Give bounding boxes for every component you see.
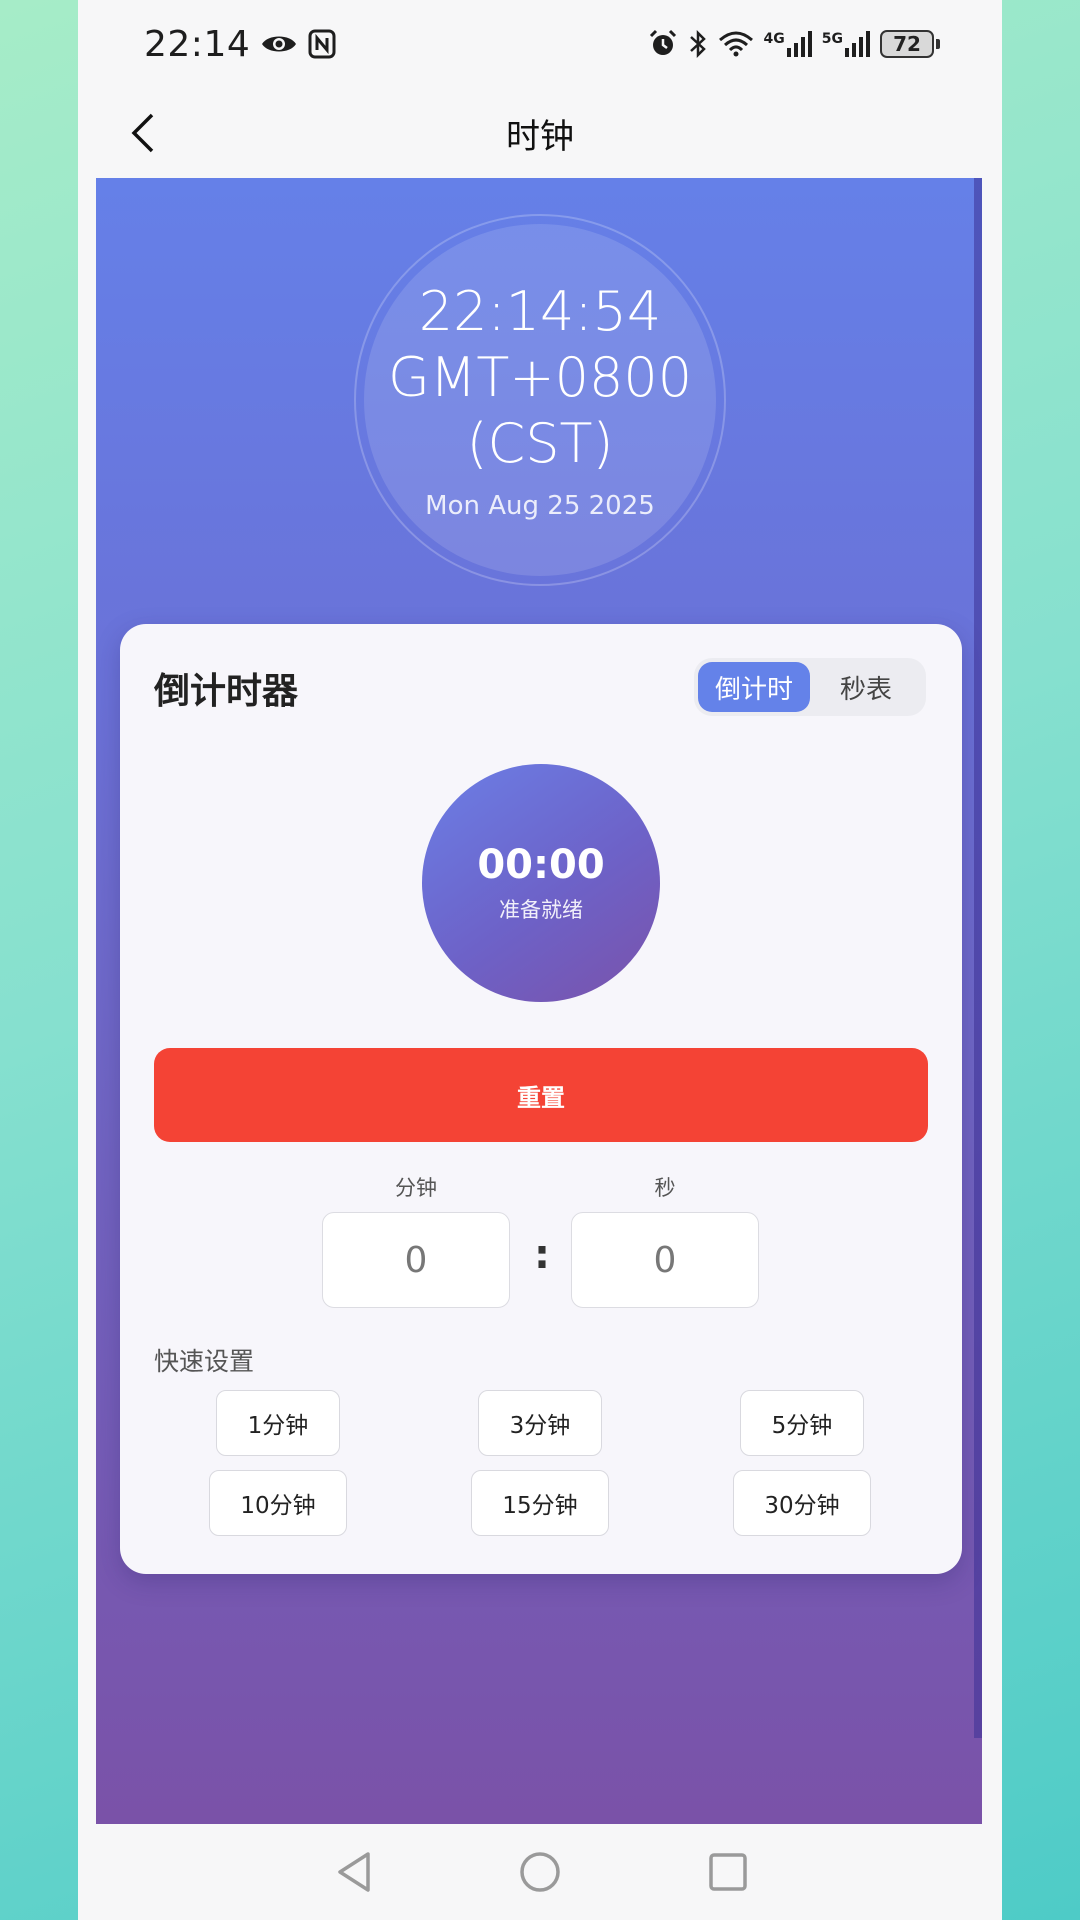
status-left: 22:14 xyxy=(144,24,336,65)
timer-card: 倒计时器 倒计时 秒表 00:00 准备就绪 重置 分钟 秒 : 快速设置 1分… xyxy=(120,624,962,1574)
square-recents-icon xyxy=(709,1853,747,1891)
clock-face: 22:14:54 GMT+0800 (CST) Mon Aug 25 2025 xyxy=(364,224,716,576)
bluetooth-icon xyxy=(688,29,708,59)
clock-display: 22:14:54 GMT+0800 (CST) Mon Aug 25 2025 xyxy=(354,214,726,586)
nav-back-button[interactable] xyxy=(328,1846,380,1898)
back-arrow-icon xyxy=(131,113,154,153)
quick-settings-label: 快速设置 xyxy=(154,1347,255,1376)
signal-5g-icon: 5G xyxy=(822,30,870,58)
timer-value: 00:00 xyxy=(477,842,605,888)
eye-icon xyxy=(260,31,298,57)
phone-screen: 22:14 4G 5G 72 时钟 22:14:54 GMT+0800 (CST… xyxy=(78,0,1002,1920)
battery-level: 72 xyxy=(880,30,934,58)
wifi-icon xyxy=(718,30,754,58)
preset-15-min-button[interactable]: 15分钟 xyxy=(471,1470,609,1536)
scrollbar[interactable] xyxy=(974,178,982,1738)
clock-time: 22:14:54 xyxy=(418,280,662,343)
clock-date: Mon Aug 25 2025 xyxy=(425,491,655,521)
seconds-label: 秒 xyxy=(654,1176,676,1200)
tab-countdown[interactable]: 倒计时 xyxy=(698,662,810,712)
seconds-input[interactable] xyxy=(571,1212,759,1308)
net-label-4g: 4G xyxy=(763,31,785,47)
preset-10-min-button[interactable]: 10分钟 xyxy=(209,1470,347,1536)
time-separator: : xyxy=(534,1232,550,1278)
preset-30-min-button[interactable]: 30分钟 xyxy=(733,1470,871,1536)
signal-4g-icon: 4G xyxy=(764,30,812,58)
preset-5-min-button[interactable]: 5分钟 xyxy=(740,1390,864,1456)
mode-toggle: 倒计时 秒表 xyxy=(694,658,926,716)
alarm-icon xyxy=(648,29,678,59)
minutes-label: 分钟 xyxy=(395,1176,437,1200)
reset-button[interactable]: 重置 xyxy=(154,1048,928,1142)
timer-status: 准备就绪 xyxy=(499,898,583,922)
net-label-5g: 5G xyxy=(821,31,843,47)
status-right: 4G 5G 72 xyxy=(648,29,940,59)
navigation-bar xyxy=(78,1824,1002,1920)
nfc-icon xyxy=(308,29,336,59)
minutes-input[interactable] xyxy=(322,1212,510,1308)
preset-3-min-button[interactable]: 3分钟 xyxy=(478,1390,602,1456)
content-area[interactable]: 22:14:54 GMT+0800 (CST) Mon Aug 25 2025 … xyxy=(96,178,982,1824)
nav-recents-button[interactable] xyxy=(702,1846,754,1898)
status-bar: 22:14 4G 5G 72 xyxy=(78,0,1002,88)
card-title: 倒计时器 xyxy=(154,671,299,712)
nav-home-button[interactable] xyxy=(514,1846,566,1898)
battery-tip xyxy=(936,39,940,49)
preset-1-min-button[interactable]: 1分钟 xyxy=(216,1390,340,1456)
circle-home-icon xyxy=(520,1852,560,1892)
tab-stopwatch[interactable]: 秒表 xyxy=(810,662,922,712)
clock-timezone: GMT+0800 xyxy=(387,346,693,409)
timer-display: 00:00 准备就绪 xyxy=(422,764,660,1002)
battery-icon: 72 xyxy=(880,30,940,58)
triangle-back-icon xyxy=(338,1852,370,1892)
page-title: 时钟 xyxy=(506,116,574,157)
app-header: 时钟 xyxy=(78,88,1002,178)
back-button[interactable] xyxy=(118,108,168,158)
clock-timezone-abbr: (CST) xyxy=(466,412,614,475)
status-time: 22:14 xyxy=(144,23,251,65)
